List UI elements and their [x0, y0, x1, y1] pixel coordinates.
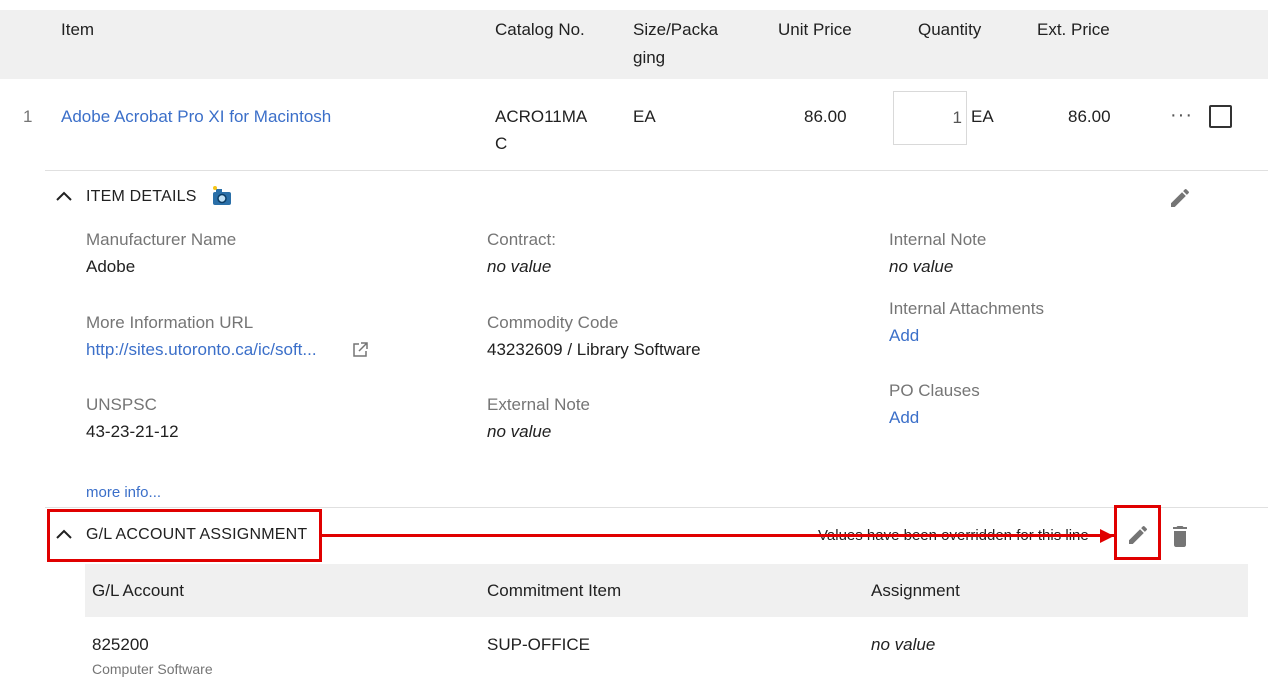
unspsc-value: 43-23-21-12 — [86, 422, 179, 441]
line-index: 1 — [23, 107, 33, 126]
more-info-link[interactable]: more info... — [86, 484, 161, 501]
gl-account-value: 825200 — [92, 635, 149, 654]
annotation-arrow-line — [321, 534, 1115, 537]
catalog-number-line2: C — [495, 134, 508, 153]
catalog-number-line1: ACRO11MA — [495, 107, 588, 126]
divider — [45, 170, 1268, 171]
annotation-arrow-head — [1100, 529, 1114, 543]
internal-note-value: no value — [889, 257, 954, 276]
contract-label: Contract: — [487, 230, 556, 249]
internal-attachments-add-link[interactable]: Add — [889, 326, 919, 346]
edit-item-details-icon[interactable] — [1168, 186, 1192, 210]
contract-value: no value — [487, 257, 552, 276]
divider — [45, 507, 1268, 508]
internal-note-label: Internal Note — [889, 230, 987, 249]
col-ext-price-header[interactable]: Ext. Price — [1037, 16, 1110, 44]
commodity-code-label: Commodity Code — [487, 313, 619, 332]
po-clauses-label: PO Clauses — [889, 381, 980, 400]
item-details-title[interactable]: ITEM DETAILS — [86, 188, 197, 206]
col-size-header-line1[interactable]: Size/Packa — [633, 16, 718, 44]
more-info-url-label: More Information URL — [86, 313, 254, 332]
more-info-url-link[interactable]: http://sites.utoronto.ca/ic/soft... — [86, 340, 317, 360]
col-catalog-header[interactable]: Catalog No. — [495, 16, 585, 44]
po-clauses-add-link[interactable]: Add — [889, 408, 919, 428]
col-size-header-line2[interactable]: ging — [633, 44, 665, 72]
col-gl-account-header: G/L Account — [92, 581, 184, 600]
collapse-item-details-icon[interactable] — [54, 186, 74, 206]
unit-price-value: 86.00 — [804, 107, 847, 126]
manufacturer-value: Adobe — [86, 257, 136, 276]
col-item-header[interactable]: Item — [61, 16, 94, 44]
edit-gl-assignment-icon[interactable] — [1126, 523, 1150, 547]
camera-icon — [211, 185, 233, 207]
gl-table-header — [85, 564, 1248, 617]
commodity-code-value: 43232609 / Library Software — [487, 340, 701, 359]
select-line-checkbox[interactable] — [1209, 105, 1232, 128]
col-assignment-header: Assignment — [871, 581, 960, 600]
ext-price-value: 86.00 — [1068, 107, 1111, 126]
unspsc-label: UNSPSC — [86, 395, 157, 414]
gl-assignment-title[interactable]: G/L ACCOUNT ASSIGNMENT — [86, 526, 307, 544]
external-note-value: no value — [487, 422, 552, 441]
assignment-value: no value — [871, 635, 936, 654]
external-note-label: External Note — [487, 395, 590, 414]
external-link-icon[interactable] — [351, 341, 369, 359]
col-unit-price-header[interactable]: Unit Price — [778, 16, 852, 44]
collapse-gl-assignment-icon[interactable] — [54, 524, 74, 544]
col-commitment-item-header: Commitment Item — [487, 581, 622, 600]
quantity-unit: EA — [971, 107, 994, 126]
gl-account-description: Computer Software — [92, 661, 213, 677]
item-name-link[interactable]: Adobe Acrobat Pro XI for Macintosh — [61, 107, 331, 127]
col-quantity-header[interactable]: Quantity — [918, 16, 981, 44]
manufacturer-label: Manufacturer Name — [86, 230, 237, 249]
quantity-input[interactable]: 1 — [893, 91, 967, 145]
size-value: EA — [633, 107, 656, 126]
commitment-item-value: SUP-OFFICE — [487, 635, 590, 654]
delete-icon[interactable] — [1168, 523, 1192, 549]
internal-attachments-label: Internal Attachments — [889, 299, 1044, 318]
more-actions-icon[interactable]: ··· — [1170, 104, 1193, 127]
